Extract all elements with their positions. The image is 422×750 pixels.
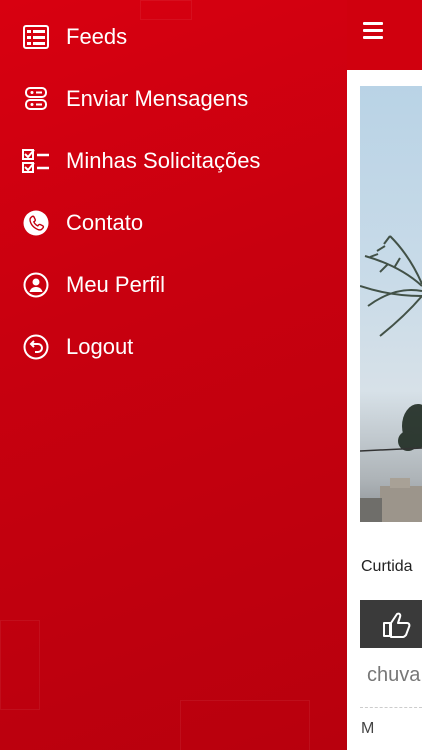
menu-item-meu-perfil[interactable]: Meu Perfil (22, 265, 342, 305)
feeds-icon (22, 23, 50, 51)
messages-icon (22, 85, 50, 113)
user-icon (22, 271, 50, 299)
feed-post-image[interactable] (360, 86, 422, 522)
like-bar (360, 600, 422, 648)
menu-item-feeds[interactable]: Feeds (22, 17, 342, 57)
phone-icon (22, 209, 50, 237)
logout-icon (22, 333, 50, 361)
menu-item-label: Logout (66, 334, 134, 359)
side-drawer: Feeds Enviar Mensagens Minhas Solicitaçõ… (0, 0, 347, 750)
menu-item-logout[interactable]: Logout (22, 327, 342, 367)
more-text: M (361, 720, 375, 737)
menu-item-label: Meu Perfil (66, 272, 166, 297)
menu-item-enviar-mensagens[interactable]: Enviar Mensagens (22, 79, 342, 119)
thumbs-up-icon[interactable] (382, 612, 412, 638)
decoration (0, 620, 40, 710)
decoration (180, 700, 310, 750)
divider (360, 707, 422, 708)
checklist-icon (22, 147, 50, 175)
menu-item-label: Enviar Mensagens (66, 86, 249, 111)
likes-count-label: Curtida (361, 558, 413, 575)
menu-item-minhas-solicitacoes[interactable]: Minhas Solicitações (22, 141, 342, 181)
menu-item-contato[interactable]: Contato (22, 203, 342, 243)
menu-item-label: Feeds (66, 24, 128, 49)
menu-item-label: Minhas Solicitações (66, 148, 261, 173)
comment-text: chuva (367, 664, 421, 686)
hamburger-menu-icon[interactable] (363, 22, 383, 40)
menu-item-label: Contato (66, 210, 144, 235)
